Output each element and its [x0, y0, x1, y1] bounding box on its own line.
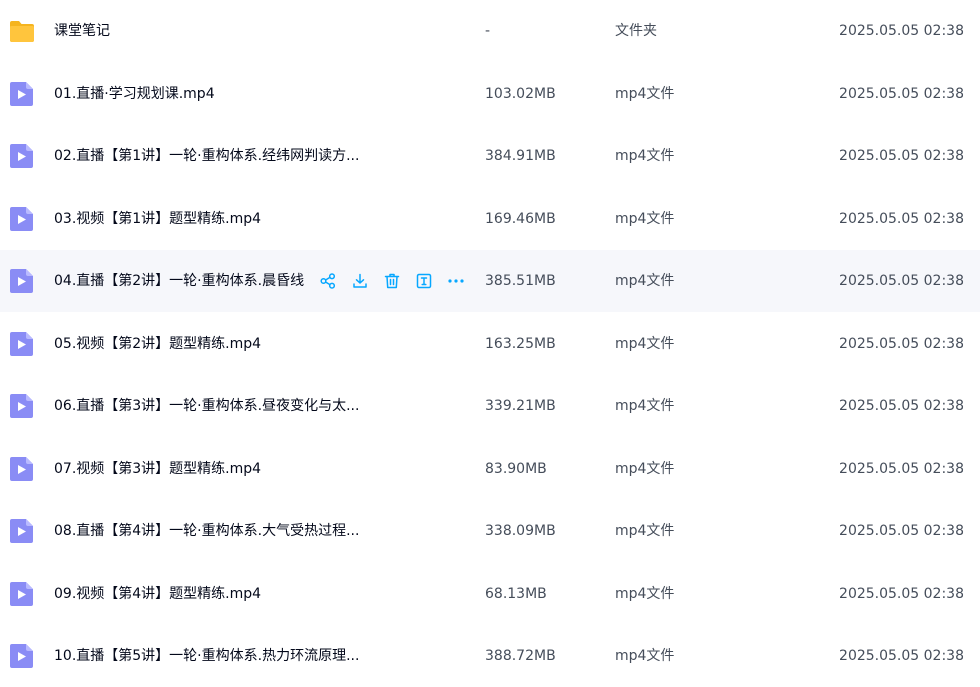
file-row[interactable]: 02.直播【第1讲】一轮·重构体系.经纬网判读方... 384.91MB mp4文件… — [0, 125, 980, 187]
file-size: 163.25MB — [485, 336, 556, 352]
file-size: 388.72MB — [485, 648, 556, 664]
file-row[interactable]: 04.直播【第2讲】一轮·重构体系.晨昏线 385.51MB mp4文件 2025.0… — [0, 250, 980, 312]
download-icon[interactable] — [350, 271, 370, 291]
rename-icon[interactable] — [414, 271, 434, 291]
video-icon — [8, 81, 36, 107]
video-icon — [8, 643, 36, 669]
video-icon — [8, 331, 36, 357]
file-name[interactable]: 01.直播·学习规划课.mp4 — [54, 63, 384, 125]
file-date: 2025.05.05 02:38 — [839, 23, 964, 39]
file-size: - — [485, 23, 491, 39]
file-row[interactable]: 09.视频【第4讲】题型精练.mp4 68.13MB mp4文件 2025.05.05… — [0, 563, 980, 625]
file-row[interactable]: 08.直播【第4讲】一轮·重构体系.大气受热过程... 338.09MB mp4文件… — [0, 500, 980, 562]
file-size: 384.91MB — [485, 148, 556, 164]
file-name[interactable]: 04.直播【第2讲】一轮·重构体系.晨昏线 — [54, 250, 312, 312]
file-type: mp4文件 — [615, 148, 675, 164]
file-date: 2025.05.05 02:38 — [839, 586, 964, 602]
file-date: 2025.05.05 02:38 — [839, 273, 964, 289]
delete-icon[interactable] — [382, 271, 402, 291]
file-date: 2025.05.05 02:38 — [839, 211, 964, 227]
file-name[interactable]: 03.视频【第1讲】题型精练.mp4 — [54, 188, 384, 250]
file-name[interactable]: 06.直播【第3讲】一轮·重构体系.昼夜变化与太... — [54, 375, 384, 437]
file-type: mp4文件 — [615, 586, 675, 602]
file-type: mp4文件 — [615, 523, 675, 539]
file-name[interactable]: 10.直播【第5讲】一轮·重构体系.热力环流原理... — [54, 625, 384, 687]
file-row[interactable]: 10.直播【第5讲】一轮·重构体系.热力环流原理... 388.72MB mp4文件… — [0, 625, 980, 687]
file-size: 338.09MB — [485, 523, 556, 539]
file-type: mp4文件 — [615, 211, 675, 227]
file-name[interactable]: 09.视频【第4讲】题型精练.mp4 — [54, 563, 384, 625]
file-type: mp4文件 — [615, 648, 675, 664]
share-icon[interactable] — [318, 271, 338, 291]
file-date: 2025.05.05 02:38 — [839, 648, 964, 664]
file-list: 课堂笔记 - 文件夹 2025.05.05 02:38 01.直播·学习规划课.mp4 1… — [0, 0, 980, 676]
video-icon — [8, 268, 36, 294]
file-size: 339.21MB — [485, 398, 556, 414]
file-date: 2025.05.05 02:38 — [839, 523, 964, 539]
file-type: mp4文件 — [615, 336, 675, 352]
file-date: 2025.05.05 02:38 — [839, 148, 964, 164]
video-icon — [8, 143, 36, 169]
file-name[interactable]: 02.直播【第1讲】一轮·重构体系.经纬网判读方... — [54, 125, 384, 187]
file-date: 2025.05.05 02:38 — [839, 336, 964, 352]
video-icon — [8, 518, 36, 544]
video-icon — [8, 456, 36, 482]
file-type: 文件夹 — [615, 23, 657, 39]
file-size: 68.13MB — [485, 586, 547, 602]
file-date: 2025.05.05 02:38 — [839, 86, 964, 102]
file-size: 83.90MB — [485, 461, 547, 477]
file-row[interactable]: 06.直播【第3讲】一轮·重构体系.昼夜变化与太... 339.21MB mp4文件… — [0, 375, 980, 437]
file-date: 2025.05.05 02:38 — [839, 398, 964, 414]
file-row[interactable]: 07.视频【第3讲】题型精练.mp4 83.90MB mp4文件 2025.05.05… — [0, 438, 980, 500]
file-row[interactable]: 05.视频【第2讲】题型精练.mp4 163.25MB mp4文件 2025.05.0… — [0, 313, 980, 375]
file-type: mp4文件 — [615, 273, 675, 289]
video-icon — [8, 206, 36, 232]
video-icon — [8, 581, 36, 607]
file-name[interactable]: 课堂笔记 — [54, 0, 384, 62]
row-actions — [318, 250, 466, 312]
file-row[interactable]: 课堂笔记 - 文件夹 2025.05.05 02:38 — [0, 0, 980, 62]
file-type: mp4文件 — [615, 86, 675, 102]
file-row[interactable]: 01.直播·学习规划课.mp4 103.02MB mp4文件 2025.05.05 0… — [0, 63, 980, 125]
file-size: 385.51MB — [485, 273, 556, 289]
file-name[interactable]: 05.视频【第2讲】题型精练.mp4 — [54, 313, 384, 375]
more-icon[interactable] — [446, 271, 466, 291]
file-size: 169.46MB — [485, 211, 556, 227]
folder-icon — [8, 18, 36, 44]
file-type: mp4文件 — [615, 461, 675, 477]
file-name[interactable]: 08.直播【第4讲】一轮·重构体系.大气受热过程... — [54, 500, 384, 562]
file-type: mp4文件 — [615, 398, 675, 414]
file-row[interactable]: 03.视频【第1讲】题型精练.mp4 169.46MB mp4文件 2025.05.0… — [0, 188, 980, 250]
file-date: 2025.05.05 02:38 — [839, 461, 964, 477]
file-size: 103.02MB — [485, 86, 556, 102]
video-icon — [8, 393, 36, 419]
file-name[interactable]: 07.视频【第3讲】题型精练.mp4 — [54, 438, 384, 500]
